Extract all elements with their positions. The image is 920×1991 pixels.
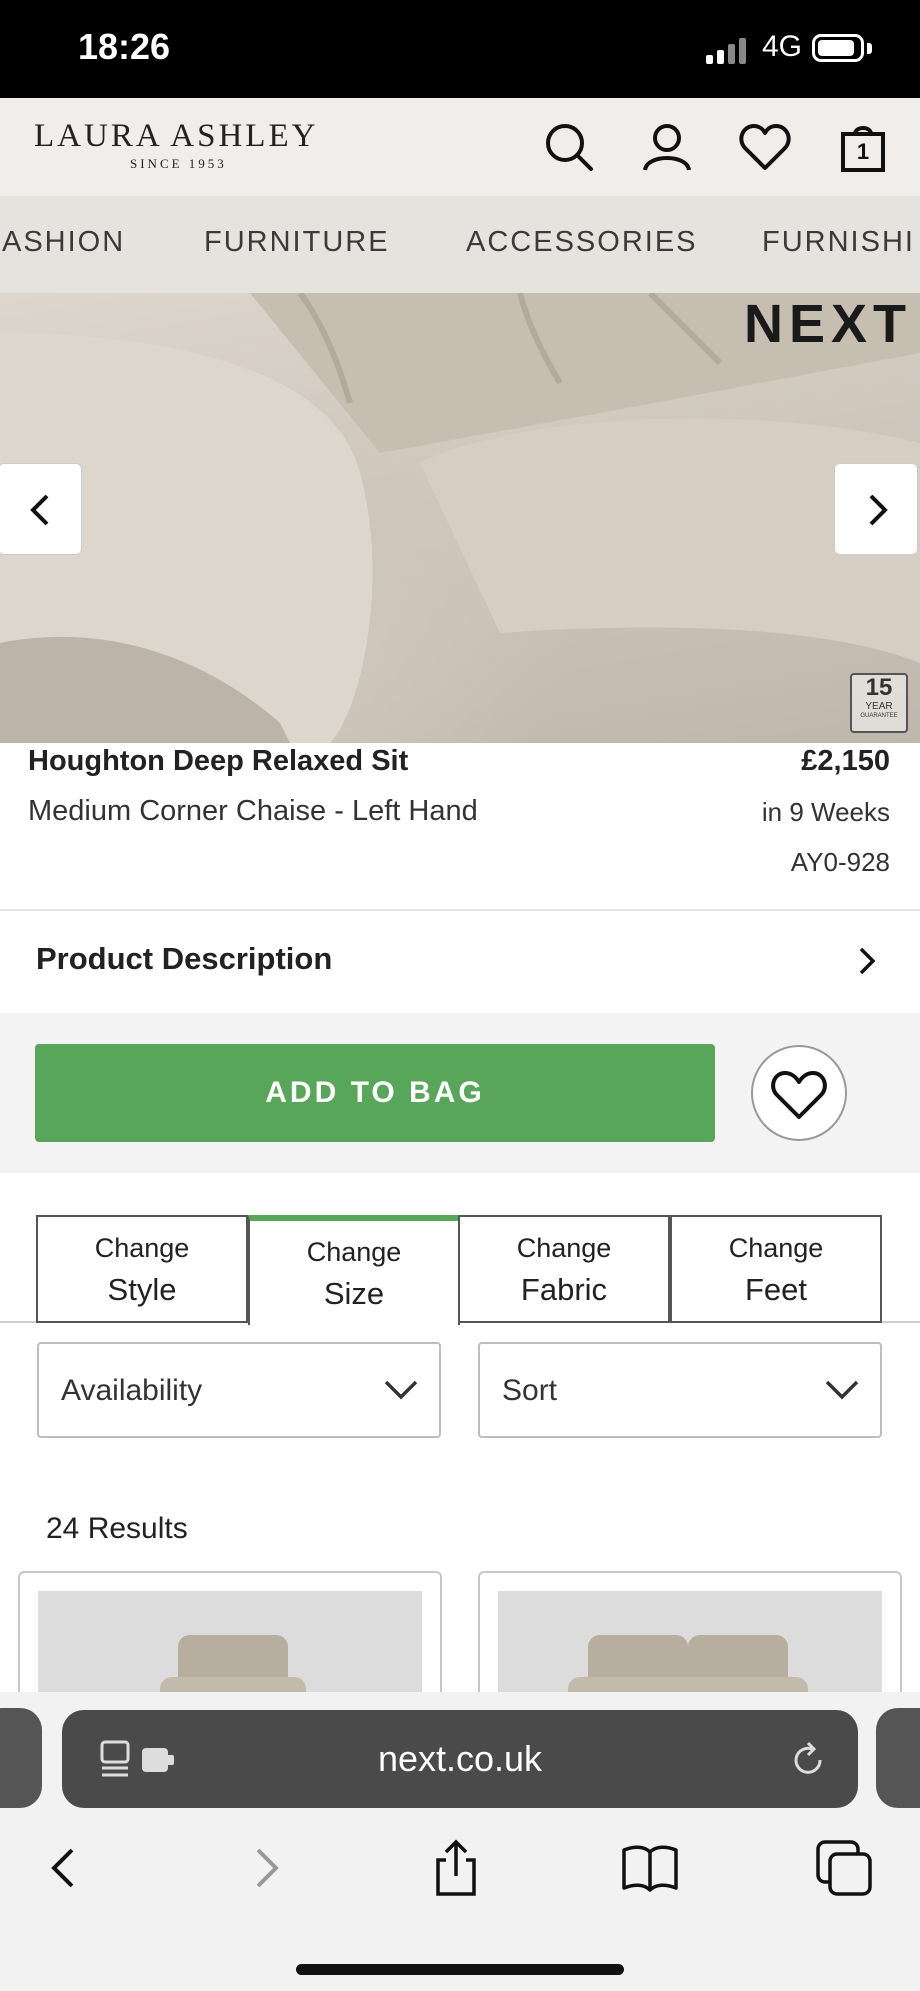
chevron-right-icon <box>869 494 888 526</box>
back-icon[interactable] <box>36 1838 96 1898</box>
purchase-actions: ADD TO BAG <box>0 1013 920 1173</box>
tab-label-main: Feet <box>744 1272 808 1307</box>
chevron-down-icon <box>825 1380 859 1400</box>
sort-label: Sort <box>502 1374 558 1407</box>
browser-toolbar: next.co.uk <box>0 1692 920 1991</box>
badge-year: YEAR <box>865 701 893 712</box>
brand-watermark: NEXT <box>743 294 912 354</box>
battery-icon <box>812 34 864 62</box>
product-title: Houghton Deep Relaxed Sit <box>28 745 409 777</box>
product-image-carousel[interactable]: NEXT 15 YEAR GUARANTEE <box>0 293 920 743</box>
badge-guarantee: GUARANTEE <box>860 713 898 719</box>
nav-item-furniture[interactable]: FURNITURE <box>204 226 390 259</box>
logo-main: LAURA ASHLEY <box>34 118 319 154</box>
bookmarks-icon[interactable] <box>620 1838 680 1898</box>
reload-icon[interactable] <box>788 1740 828 1780</box>
category-nav: ASHION FURNITURE ACCESSORIES FURNISHI <box>0 196 920 293</box>
signal-icon <box>706 36 750 64</box>
next-tab-peek[interactable] <box>876 1708 920 1808</box>
results-count: 24 Results <box>46 1512 188 1545</box>
tab-label-top: Change <box>728 1233 824 1263</box>
status-time: 18:26 <box>78 26 171 67</box>
nav-item-furnishings[interactable]: FURNISHI <box>762 226 915 259</box>
prev-image-button[interactable] <box>0 463 82 555</box>
address-bar[interactable]: next.co.uk <box>62 1710 858 1808</box>
availability-label: Availability <box>61 1374 203 1407</box>
chevron-left-icon <box>30 494 49 526</box>
forward-icon[interactable] <box>234 1838 294 1898</box>
network-label: 4G <box>762 30 803 63</box>
share-icon[interactable] <box>426 1838 486 1898</box>
account-icon[interactable] <box>640 120 694 174</box>
product-price: £2,150 <box>801 745 890 777</box>
chevron-right-icon <box>859 947 876 975</box>
add-to-bag-button[interactable]: ADD TO BAG <box>35 1044 715 1142</box>
next-image-button[interactable] <box>834 463 918 555</box>
wishlist-icon[interactable] <box>738 120 792 174</box>
chevron-down-icon <box>384 1380 418 1400</box>
product-code: AY0-928 <box>790 847 890 877</box>
home-indicator <box>296 1964 624 1975</box>
tab-change-size[interactable]: Change Size <box>248 1215 460 1325</box>
product-description-row[interactable]: Product Description <box>0 911 920 1013</box>
sort-dropdown[interactable]: Sort <box>478 1342 882 1438</box>
search-icon[interactable] <box>542 120 596 174</box>
tab-change-feet[interactable]: Change Feet <box>670 1215 882 1323</box>
bag-button[interactable]: 1 <box>836 120 890 174</box>
badge-number: 15 <box>865 674 893 701</box>
site-header: LAURA ASHLEY SINCE 1953 1 <box>0 98 920 196</box>
previous-tab-peek[interactable] <box>0 1708 42 1808</box>
battery-tip <box>867 43 872 54</box>
delivery-estimate: in 9 Weeks <box>761 797 890 827</box>
tab-label-top: Change <box>516 1233 612 1263</box>
tab-label-top: Change <box>306 1237 402 1267</box>
tab-label-main: Fabric <box>520 1272 608 1307</box>
guarantee-badge: 15 YEAR GUARANTEE <box>850 673 908 733</box>
heart-icon <box>771 1071 827 1119</box>
product-description-label: Product Description <box>36 941 333 976</box>
tab-label-main: Style <box>107 1272 177 1307</box>
bag-count: 1 <box>856 139 870 164</box>
tabs-icon[interactable] <box>814 1838 874 1898</box>
logo-sub: SINCE 1953 <box>130 156 227 171</box>
sofa-image <box>0 293 920 743</box>
tab-label-top: Change <box>94 1233 190 1263</box>
nav-item-accessories[interactable]: ACCESSORIES <box>466 226 698 259</box>
availability-dropdown[interactable]: Availability <box>37 1342 441 1438</box>
tab-label-main: Size <box>323 1276 385 1311</box>
tab-change-fabric[interactable]: Change Fabric <box>458 1215 670 1323</box>
configuration-tabs: Change Style Change Size Change Fabric C… <box>0 1173 920 1325</box>
status-bar: 18:26 4G <box>0 0 920 98</box>
url-text: next.co.uk <box>377 1738 543 1779</box>
product-subtitle: Medium Corner Chaise - Left Hand <box>28 795 478 827</box>
add-to-wishlist-button[interactable] <box>751 1045 847 1141</box>
product-info: Houghton Deep Relaxed Sit Medium Corner … <box>0 743 920 911</box>
tab-change-style[interactable]: Change Style <box>36 1215 248 1323</box>
nav-item-fashion[interactable]: ASHION <box>2 226 125 259</box>
